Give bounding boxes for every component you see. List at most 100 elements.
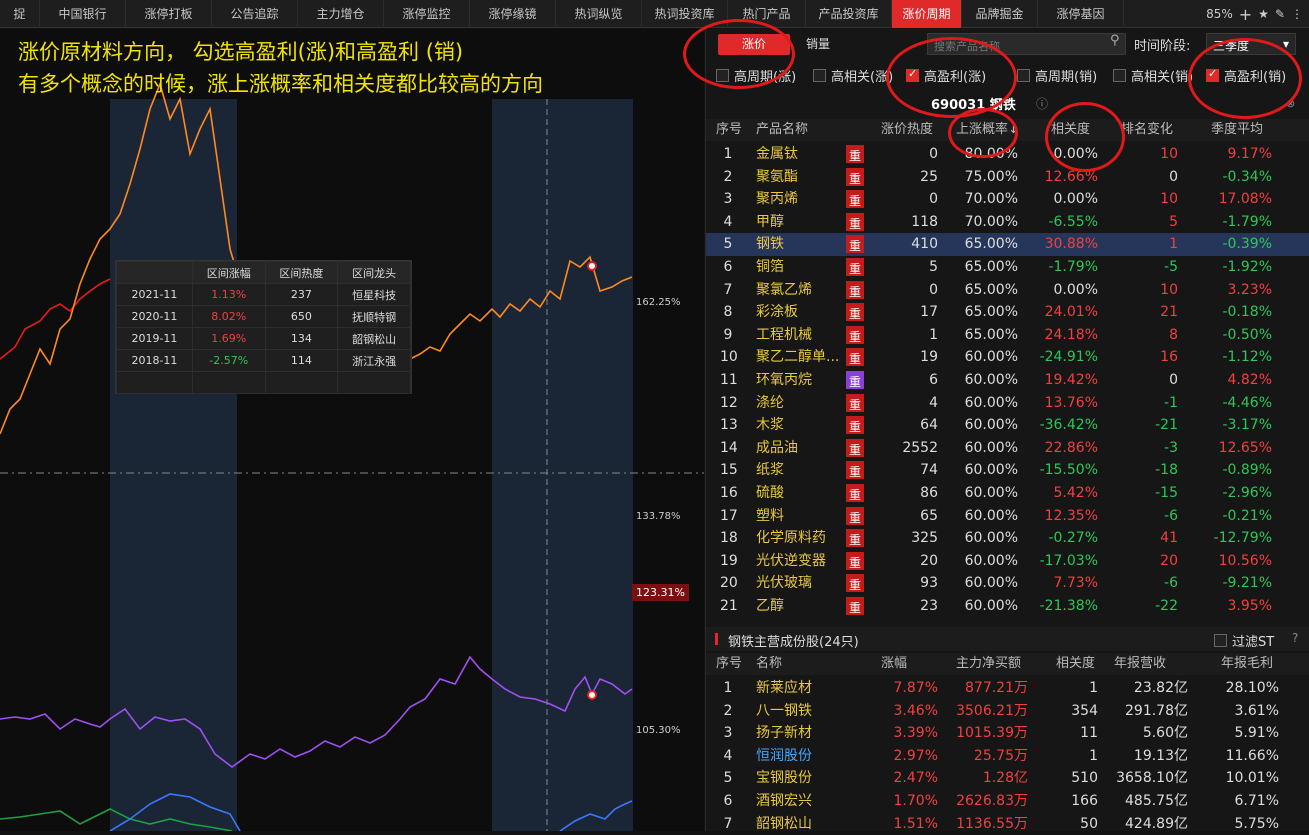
- tag-badge: 重: [846, 145, 864, 163]
- table-cell: 0: [929, 146, 938, 162]
- tab-12[interactable]: 品牌掘金: [962, 0, 1038, 28]
- y-label-low: 105.30%: [636, 725, 681, 736]
- tab-4[interactable]: 主力增仓: [298, 0, 384, 28]
- filter-st-toggle[interactable]: 过滤ST: [1214, 631, 1274, 650]
- interval-cell: 114: [264, 349, 339, 372]
- table-header[interactable]: 产品名称: [756, 119, 808, 141]
- table-header[interactable]: 涨价热度: [881, 119, 933, 141]
- table-row[interactable]: 9 工程机械 重 1 65.00% 24.18% 8 -0.50%: [706, 324, 1309, 347]
- table-cell: 11: [1080, 725, 1098, 742]
- tab-2[interactable]: 涨停打板: [126, 0, 212, 28]
- table-cell: 7: [723, 815, 733, 832]
- table-cell: 28.10%: [1225, 680, 1279, 696]
- table-row[interactable]: 15 纸浆 重 74 60.00% -15.50% -18 -0.89%: [706, 459, 1309, 482]
- table-cell: 30.88%: [1044, 236, 1098, 253]
- table-cell: 25.75万: [973, 747, 1028, 764]
- table-header[interactable]: 年报营收: [1114, 653, 1166, 675]
- table-row[interactable]: 21 乙醇 重 23 60.00% -21.38% -22 3.95%: [706, 595, 1309, 618]
- tab-10[interactable]: 产品投资库: [806, 0, 892, 28]
- tab-11[interactable]: 涨价周期: [892, 0, 962, 28]
- table-header[interactable]: 排名变化: [1121, 119, 1173, 141]
- table-row[interactable]: 3 扬子新材 3.39% 1015.39万 11 5.60亿 5.91%: [706, 722, 1309, 745]
- tag-badge: 重: [846, 258, 864, 276]
- menu-icon[interactable]: ⋮: [1291, 7, 1303, 21]
- tab-6[interactable]: 涨停缘镜: [470, 0, 556, 28]
- checkbox-label: 高相关(涨): [831, 70, 894, 85]
- checkbox-label: 高相关(销): [1131, 70, 1194, 85]
- tab-5[interactable]: 涨停监控: [384, 0, 470, 28]
- table-row[interactable]: 6 铜箔 重 5 65.00% -1.79% -5 -1.92%: [706, 256, 1309, 279]
- table-row[interactable]: 4 恒润股份 2.97% 25.75万 1 19.13亿 11.66%: [706, 745, 1309, 768]
- table-header[interactable]: 序号: [716, 119, 742, 141]
- table-header[interactable]: 年报毛利: [1221, 653, 1273, 675]
- table-row[interactable]: 2 聚氨酯重 25 75.00% 12.66% 0 -0.34%: [706, 166, 1309, 189]
- table-row[interactable]: 11 环氧丙烷 重 6 60.00% 19.42% 0 4.82%: [706, 369, 1309, 392]
- table-cell: 19.42%: [1044, 372, 1098, 388]
- filter-st-checkbox[interactable]: [1214, 634, 1227, 647]
- table-cell: -6: [1164, 507, 1178, 524]
- checkbox-box[interactable]: [1017, 69, 1030, 82]
- checkbox-1[interactable]: 高相关(涨): [813, 66, 893, 85]
- table-header[interactable]: 涨幅: [881, 653, 907, 675]
- table-row[interactable]: 5 钢铁 重 410 65.00% 30.88% 1 -0.39%: [706, 233, 1309, 256]
- table-row[interactable]: 13 木浆 重 64 60.00% -36.42% -21 -3.17%: [706, 414, 1309, 437]
- checkbox-box[interactable]: [813, 69, 826, 82]
- help-icon[interactable]: ?: [1292, 631, 1298, 645]
- tab-13[interactable]: 涨停基因: [1038, 0, 1124, 28]
- table-header[interactable]: 名称: [756, 653, 782, 675]
- table-row[interactable]: 2 八一钢铁 3.46% 3506.21万 354 291.78亿 3.61%: [706, 700, 1309, 723]
- table-row[interactable]: 6 酒钢宏兴 1.70% 2626.83万 166 485.75亿 6.71%: [706, 790, 1309, 813]
- annotation-line-1: 涨价原材料方向， 勾选高盈利(涨)和高盈利 (销): [18, 40, 464, 64]
- interval-cell: 1.69%: [191, 327, 266, 350]
- table-row[interactable]: 14 成品油 重 2552 60.00% 22.86% -3 12.65%: [706, 437, 1309, 460]
- table-cell: 7.73%: [1053, 575, 1098, 592]
- table-row[interactable]: 19 光伏逆变器 重 20 60.00% -17.03% 20 10.56%: [706, 550, 1309, 573]
- annotation-text: 涨价原材料方向， 勾选高盈利(涨)和高盈利 (销) 有多个概念的时候，涨上涨概率…: [18, 36, 543, 100]
- table-row[interactable]: 16 硫酸 重 86 60.00% 5.42% -15 -2.96%: [706, 482, 1309, 505]
- table-cell: 3.23%: [1227, 281, 1272, 298]
- highlight-circle: [683, 19, 795, 89]
- table-header[interactable]: 季度平均: [1211, 119, 1263, 141]
- table-row[interactable]: 17 塑料 重 65 60.00% 12.35% -6 -0.21%: [706, 505, 1309, 528]
- table-header[interactable]: 主力净买额: [956, 653, 1021, 675]
- checkbox-4[interactable]: 高相关(销): [1113, 66, 1193, 85]
- zoom-level[interactable]: 85%: [1206, 7, 1233, 21]
- checkbox-box[interactable]: [1113, 69, 1126, 82]
- table-row[interactable]: 4 甲醇 重 118 70.00% -6.55% 5 -1.79%: [706, 211, 1309, 234]
- tag-badge: 重: [846, 438, 864, 457]
- plus-icon[interactable]: +: [1239, 5, 1252, 24]
- tab-3[interactable]: 公告追踪: [212, 0, 298, 28]
- interval-cell: [264, 371, 339, 394]
- table-row[interactable]: 1 新莱应材 7.87% 877.21万 1 23.82亿 28.10%: [706, 677, 1309, 700]
- table-row[interactable]: 3 聚丙烯 重 0 70.00% 0.00% 10 17.08%: [706, 188, 1309, 211]
- table-row[interactable]: 12 涤纶 重 4 60.00% 13.76% -1 -4.46%: [706, 392, 1309, 415]
- sales-button[interactable]: 销量: [806, 35, 830, 52]
- tag-badge: 重: [846, 484, 864, 502]
- tab-7[interactable]: 热词纵览: [556, 0, 642, 28]
- table-cell: 6: [723, 793, 733, 809]
- interval-cell: 韶钢松山: [337, 327, 411, 350]
- price-chart[interactable]: 162.25% 133.78% 105.30% 123.31%: [0, 29, 704, 831]
- table-cell: 74: [920, 462, 938, 479]
- table-row[interactable]: 7 韶钢松山 1.51% 1136.55万 50 424.89亿 5.75%: [706, 813, 1309, 835]
- table-row[interactable]: 7 聚氯乙烯 重 0 65.00% 0.00% 10 3.23%: [706, 279, 1309, 302]
- table-cell: 16: [1160, 349, 1178, 366]
- table-cell: 恒润股份: [756, 747, 812, 764]
- table-row[interactable]: 20 光伏玻璃 重 93 60.00% 7.73% -6 -9.21%: [706, 572, 1309, 595]
- table-row[interactable]: 18 化学原料药 重 325 60.00% -0.27% 41 -12.79%: [706, 527, 1309, 550]
- tab-1[interactable]: 中国银行: [40, 0, 126, 28]
- table-cell: 5: [1169, 213, 1178, 230]
- table-row[interactable]: 5 宝钢股份 2.47% 1.28亿 510 3658.10亿 10.01%: [706, 767, 1309, 790]
- table-cell: 19: [720, 552, 738, 569]
- pen-icon[interactable]: ✎: [1275, 7, 1285, 21]
- table-row[interactable]: 8 彩涂板 重 17 65.00% 24.01% 21 -0.18%: [706, 301, 1309, 324]
- tab-0[interactable]: 捉: [0, 0, 40, 28]
- star-icon[interactable]: ★: [1258, 7, 1269, 21]
- interval-cell: 650: [264, 305, 339, 328]
- table-header[interactable]: 相关度: [1056, 653, 1095, 675]
- search-icon[interactable]: ⚲: [1110, 33, 1120, 48]
- table-row[interactable]: 10 聚乙二醇单... 重 19 60.00% -24.91% 16 -1.12%: [706, 346, 1309, 369]
- info-icon[interactable]: ⓘ: [1036, 95, 1048, 112]
- checkbox-3[interactable]: 高周期(销): [1017, 66, 1097, 85]
- table-header[interactable]: 序号: [716, 653, 742, 675]
